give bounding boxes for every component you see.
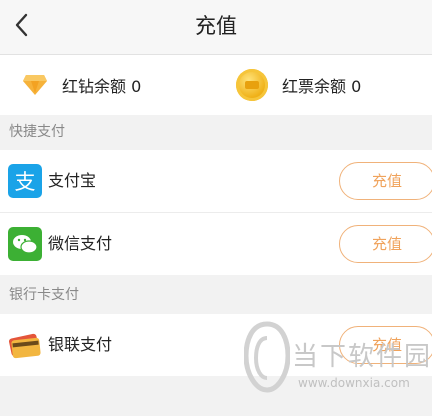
ticket-balance-text: 红票余额 0 [282,77,362,96]
page-title: 充值 [195,14,237,38]
list-item-alipay[interactable]: 支 支付宝 充值 [0,150,432,212]
wechat-label: 微信支付 [48,234,113,253]
list-item-wechat[interactable]: 微信支付 充值 [0,213,432,275]
unionpay-label: 银联支付 [48,335,113,354]
diamond-icon [23,75,47,95]
coin-icon [236,69,268,101]
balance-bar: 红钻余额 0 红票余额 0 [0,55,432,115]
ticket-balance: 红票余额 0 [236,55,361,115]
section-title-quick-pay: 快捷支付 [0,115,432,149]
alipay-icon: 支 [8,164,42,198]
svg-text:支: 支 [15,170,36,194]
unionpay-card-icon [8,333,41,359]
section-title-bank-pay: 银行卡支付 [0,278,432,312]
wechat-charge-button[interactable]: 充值 [339,225,432,263]
watermark-logo-icon [244,321,290,393]
diamond-balance: 红钻余额 0 [22,55,141,115]
wechat-icon [8,227,42,261]
header-bar: 充值 [0,0,432,55]
watermark-url: www.downxia.com [298,376,410,390]
watermark: 当下软件园 www.downxia.com [244,320,432,402]
diamond-balance-text: 红钻余额 0 [62,77,142,96]
alipay-label: 支付宝 [48,171,97,190]
alipay-charge-button[interactable]: 充值 [339,162,432,200]
watermark-name: 当下软件园 [292,342,432,372]
